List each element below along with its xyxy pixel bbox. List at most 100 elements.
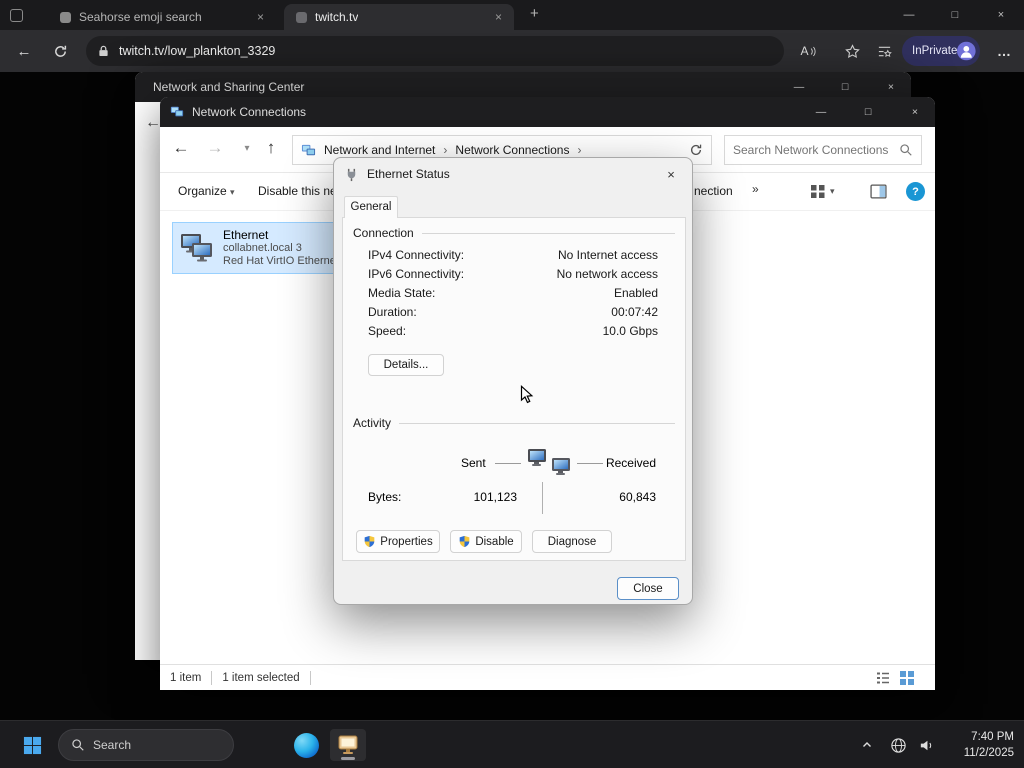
- browser-maximize-button[interactable]: □: [932, 0, 978, 30]
- clock-date: 11/2/2025: [963, 747, 1014, 759]
- row-label: Speed:: [368, 324, 407, 338]
- inprivate-label: InPrivate: [912, 45, 958, 57]
- help-icon[interactable]: ?: [906, 182, 925, 201]
- ipv4-row: IPv4 Connectivity: No Internet access: [343, 248, 685, 267]
- taskbar-clock[interactable]: 7:40 PM 11/2/2025: [964, 729, 1014, 761]
- item-count: 1 item: [170, 671, 202, 684]
- tab-close-icon[interactable]: ×: [491, 10, 506, 24]
- disable-button[interactable]: Disable: [450, 530, 522, 553]
- row-value: Enabled: [613, 286, 658, 300]
- tab-general[interactable]: General: [344, 196, 398, 218]
- nav-up-icon[interactable]: ↑: [258, 138, 284, 158]
- tab-label: twitch.tv: [315, 10, 359, 24]
- tab-favicon-icon: [60, 11, 71, 23]
- active-app-indicator: [341, 757, 355, 760]
- details-button[interactable]: Details...: [368, 354, 444, 376]
- command-overflow-chevron-icon[interactable]: »: [752, 182, 759, 196]
- ethernet-status-dialog[interactable]: Ethernet Status × General Connection IPv…: [333, 157, 693, 605]
- url-text[interactable]: twitch.tv/low_plankton_3329: [119, 44, 275, 58]
- bytes-label: Bytes:: [368, 490, 402, 504]
- tab-actions-icon[interactable]: [10, 9, 23, 22]
- diagnose-button[interactable]: Diagnose: [532, 530, 612, 553]
- nc-maximize-button[interactable]: □: [848, 97, 888, 127]
- properties-button[interactable]: Properties: [356, 530, 440, 553]
- nc-minimize-button[interactable]: —: [801, 97, 841, 127]
- nc-title: Network Connections: [192, 105, 307, 119]
- row-label: IPv4 Connectivity:: [368, 248, 465, 262]
- favorite-star-icon[interactable]: [838, 37, 866, 65]
- screen: Seahorse emoji search × twitch.tv × + — …: [0, 0, 1024, 768]
- taskbar: Search 7:40 PM 11/2/2025: [0, 720, 1024, 768]
- row-value: 00:07:42: [611, 305, 658, 319]
- favorites-hub-icon[interactable]: [870, 37, 898, 65]
- chevron-down-icon: ▾: [830, 185, 835, 196]
- group-divider: [399, 422, 675, 424]
- close-button-label: Close: [633, 582, 663, 595]
- browser-close-button[interactable]: ×: [978, 0, 1024, 30]
- received-label: Received: [605, 456, 656, 470]
- nc-refresh-icon[interactable]: [689, 143, 703, 157]
- browser-tab-bar: Seahorse emoji search × twitch.tv × + — …: [0, 0, 1024, 30]
- read-aloud-icon[interactable]: A: [794, 37, 822, 65]
- nsc-back-icon[interactable]: ←: [145, 114, 161, 132]
- tab-seahorse[interactable]: Seahorse emoji search ×: [48, 4, 276, 30]
- view-options-button[interactable]: ▾: [810, 183, 835, 199]
- search-icon[interactable]: [899, 143, 913, 157]
- connection-group-label: Connection: [353, 226, 414, 240]
- media-state-row: Media State: Enabled: [343, 286, 685, 305]
- nav-forward-icon[interactable]: →: [202, 138, 228, 158]
- row-label: IPv6 Connectivity:: [368, 267, 465, 281]
- browser-minimize-button[interactable]: —: [886, 0, 932, 30]
- details-view-icon[interactable]: [875, 670, 891, 686]
- row-value: 10.0 Gbps: [602, 324, 658, 338]
- close-button[interactable]: Close: [617, 577, 679, 600]
- breadcrumb-network-connections[interactable]: Network Connections: [455, 143, 569, 157]
- organize-button[interactable]: Organize ▾: [178, 184, 235, 198]
- tab-close-icon[interactable]: ×: [253, 10, 268, 24]
- nav-history-chevron-icon[interactable]: ▾: [234, 143, 260, 154]
- breadcrumb-separator-icon: ›: [443, 143, 448, 157]
- nc-search-box[interactable]: [724, 135, 922, 165]
- browser-menu-icon[interactable]: …: [990, 37, 1018, 65]
- link-dash: [577, 463, 603, 464]
- nc-status-bar: 1 item 1 item selected: [160, 664, 935, 690]
- site-info-icon[interactable]: [98, 44, 109, 58]
- dialog-titlebar[interactable]: Ethernet Status: [334, 158, 692, 190]
- volume-tray-button[interactable]: [912, 729, 940, 761]
- tray-overflow-button[interactable]: [854, 729, 880, 761]
- activity-group-label: Activity: [353, 416, 392, 430]
- breadcrumb-network-and-internet[interactable]: Network and Internet: [324, 143, 435, 157]
- address-bar[interactable]: twitch.tv/low_plankton_3329: [86, 36, 784, 66]
- start-button[interactable]: [14, 729, 50, 761]
- dialog-title: Ethernet Status: [367, 167, 450, 181]
- nc-titlebar[interactable]: Network Connections — □ ×: [160, 97, 935, 127]
- preview-pane-icon: [870, 184, 887, 199]
- command-overflow-label[interactable]: nection: [694, 184, 733, 198]
- edge-taskbar-button[interactable]: [288, 729, 324, 761]
- nc-search-input[interactable]: [733, 143, 899, 157]
- separator: [211, 670, 213, 685]
- active-app-taskbar-button[interactable]: [330, 729, 366, 761]
- large-icons-view-icon[interactable]: [899, 670, 915, 686]
- profile-avatar[interactable]: [957, 40, 976, 62]
- dialog-close-icon[interactable]: ×: [650, 158, 692, 190]
- breadcrumb-location-icon: [301, 144, 316, 155]
- inprivate-badge[interactable]: InPrivate: [902, 36, 980, 66]
- activity-computers-icon: [528, 449, 570, 475]
- nav-back-icon[interactable]: ←: [168, 138, 194, 158]
- back-icon[interactable]: ←: [10, 37, 38, 65]
- preview-pane-button[interactable]: [870, 184, 887, 202]
- nc-app-icon: [170, 106, 184, 117]
- uac-shield-icon: [459, 535, 470, 548]
- network-tray-button[interactable]: [884, 729, 912, 761]
- sent-label: Sent: [461, 456, 486, 470]
- ipv6-row: IPv6 Connectivity: No network access: [343, 267, 685, 286]
- taskbar-search[interactable]: Search: [58, 729, 234, 761]
- new-tab-button[interactable]: +: [530, 5, 539, 22]
- refresh-icon[interactable]: [46, 37, 74, 65]
- tab-twitch[interactable]: twitch.tv ×: [284, 4, 514, 30]
- tab-favicon-icon: [296, 11, 307, 23]
- nc-close-button[interactable]: ×: [895, 97, 935, 127]
- diagnose-button-label: Diagnose: [547, 535, 597, 548]
- ethernet-adapter-icon: [181, 234, 212, 262]
